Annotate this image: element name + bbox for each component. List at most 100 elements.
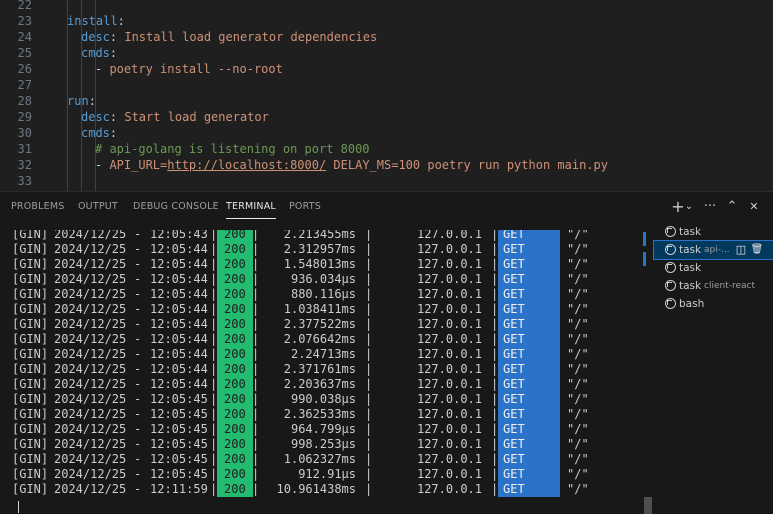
code-line[interactable]: 32 - API_URL=http://localhost:8000/ DELAY… bbox=[0, 157, 773, 173]
code-line[interactable]: 23 install: bbox=[0, 13, 773, 29]
tab-ports[interactable]: PORTS bbox=[289, 192, 321, 222]
terminal-output[interactable]: [GIN] 2024/12/25-12:05:43 | 200 | 2.213455ms |… bbox=[0, 230, 642, 514]
code-line[interactable]: 25 cmds: bbox=[0, 45, 773, 61]
terminal-instance-task[interactable]: task bbox=[654, 223, 773, 241]
split-icon[interactable]: ◫ bbox=[734, 241, 748, 259]
chevron-down-icon[interactable]: ⌄ bbox=[683, 197, 695, 217]
log-prefix: [GIN] bbox=[12, 392, 49, 406]
maximize-panel-button[interactable]: ⌃ bbox=[723, 197, 741, 217]
method-badge: GET bbox=[498, 317, 560, 332]
trash-icon[interactable]: 🗑 bbox=[750, 241, 764, 259]
log-ip: 127.0.0.1 bbox=[416, 452, 482, 466]
editor[interactable]: 22 23 install: 24 desc: Install load generat… bbox=[0, 0, 773, 191]
code-line[interactable]: 31 # api-golang is listening on port 8000 bbox=[0, 141, 773, 157]
log-ip: 127.0.0.1 bbox=[416, 287, 482, 301]
line-number: 32 bbox=[17, 158, 32, 172]
log-separator: | bbox=[252, 422, 260, 436]
terminal-line: [GIN] 2024/12/25-12:05:45 | 200 | 964.799µs | 1… bbox=[12, 422, 642, 437]
terminal-instance-task[interactable]: task api-... ◫ 🗑 bbox=[653, 240, 773, 260]
close-panel-button[interactable]: ✕ bbox=[745, 197, 763, 217]
log-separator: | bbox=[252, 437, 260, 451]
code-text: cmds: bbox=[81, 125, 117, 141]
terminal-line: [GIN] 2024/12/25-12:05:45 | 200 | 990.038µs | 1… bbox=[12, 392, 642, 407]
method-badge: GET bbox=[498, 362, 560, 377]
terminal-line: [GIN] 2024/12/25-12:05:45 | 200 | 912.91µs | 12… bbox=[12, 467, 642, 482]
log-separator: | bbox=[252, 482, 260, 496]
status-badge: 200 bbox=[217, 287, 253, 302]
log-separator: | bbox=[252, 287, 260, 301]
code-line[interactable]: 30 cmds: bbox=[0, 125, 773, 141]
log-date: 2024/12/25 bbox=[54, 392, 127, 406]
log-ip: 127.0.0.1 bbox=[416, 377, 482, 391]
log-separator: - bbox=[134, 287, 142, 301]
scrollbar-thumb[interactable] bbox=[644, 497, 652, 514]
log-time: 12:05:45 bbox=[150, 467, 208, 481]
code-line[interactable]: 27 bbox=[0, 77, 773, 93]
log-path: "/" bbox=[567, 257, 589, 271]
log-date: 2024/12/25 bbox=[54, 422, 127, 436]
terminal-instance-task[interactable]: task bbox=[654, 259, 773, 277]
method-badge: GET bbox=[498, 482, 560, 497]
yaml-colon: : bbox=[109, 126, 118, 140]
terminal-name: task bbox=[679, 262, 702, 274]
terminal-name: task bbox=[679, 244, 702, 256]
method-badge: GET bbox=[498, 437, 560, 452]
yaml-colon: : bbox=[88, 94, 96, 108]
log-ip: 127.0.0.1 bbox=[416, 272, 482, 286]
tab-debug-console[interactable]: DEBUG CONSOLE bbox=[133, 192, 219, 222]
terminal-scrollbar[interactable] bbox=[642, 230, 654, 514]
log-ip: 127.0.0.1 bbox=[416, 482, 482, 496]
log-separator: - bbox=[134, 347, 142, 361]
status-badge: 200 bbox=[217, 272, 253, 287]
more-actions-button[interactable]: ··· bbox=[701, 197, 719, 217]
status-badge: 200 bbox=[217, 332, 253, 347]
log-latency: 10.961438ms bbox=[276, 482, 356, 496]
tools-icon bbox=[665, 226, 676, 237]
log-latency: 880.116µs bbox=[290, 287, 356, 301]
code-line[interactable]: 22 bbox=[0, 0, 773, 13]
log-date: 2024/12/25 bbox=[54, 287, 127, 301]
code-line[interactable]: 28 run: bbox=[0, 93, 773, 109]
terminal-description: api-... bbox=[704, 245, 730, 255]
log-date: 2024/12/25 bbox=[54, 302, 127, 316]
url-link[interactable]: http://localhost:8000/ bbox=[167, 158, 326, 172]
terminal-line: [GIN] 2024/12/25-12:05:44 | 200 | 1.548013ms |… bbox=[12, 257, 642, 272]
log-separator: | bbox=[365, 230, 373, 241]
code-line[interactable]: 29 desc: Start load generator bbox=[0, 109, 773, 125]
log-separator: | bbox=[365, 452, 373, 466]
log-prefix: [GIN] bbox=[12, 407, 49, 421]
log-path: "/" bbox=[567, 242, 589, 256]
line-number: 30 bbox=[17, 126, 32, 140]
tools-icon bbox=[665, 262, 676, 273]
yaml-colon: : bbox=[109, 110, 125, 124]
tools-icon bbox=[665, 298, 676, 309]
code-line[interactable]: 24 desc: Install load generator dependenc… bbox=[0, 29, 773, 45]
method-badge: GET bbox=[498, 272, 560, 287]
code-line[interactable]: 33 bbox=[0, 173, 773, 189]
terminal-instance-bash[interactable]: bash bbox=[654, 295, 773, 313]
log-separator: | bbox=[365, 272, 373, 286]
method-badge: GET bbox=[498, 242, 560, 257]
bottom-panel: PROBLEMS OUTPUT DEBUG CONSOLE TERMINAL P… bbox=[0, 191, 773, 514]
log-latency: 2.24713ms bbox=[290, 347, 356, 361]
log-path: "/" bbox=[567, 302, 589, 316]
log-date: 2024/12/25 bbox=[54, 377, 127, 391]
log-separator: - bbox=[134, 302, 142, 316]
tab-terminal[interactable]: TERMINAL bbox=[226, 192, 276, 222]
terminal-instance-task[interactable]: task client-react bbox=[654, 277, 773, 295]
log-path: "/" bbox=[567, 332, 589, 346]
status-badge: 200 bbox=[217, 317, 253, 332]
log-separator: - bbox=[134, 467, 142, 481]
code-line[interactable]: 26 - poetry install --no-root bbox=[0, 61, 773, 77]
log-separator: - bbox=[134, 392, 142, 406]
tab-problems[interactable]: PROBLEMS bbox=[11, 192, 64, 222]
line-number: 25 bbox=[17, 46, 32, 60]
log-time: 12:11:59 bbox=[150, 482, 208, 496]
terminal-line: [GIN] 2024/12/25-12:05:44 | 200 | 880.116µs | 1… bbox=[12, 287, 642, 302]
log-latency: 1.038411ms bbox=[283, 302, 356, 316]
log-date: 2024/12/25 bbox=[54, 272, 127, 286]
log-prefix: [GIN] bbox=[12, 287, 49, 301]
log-separator: | bbox=[252, 242, 260, 256]
log-date: 2024/12/25 bbox=[54, 230, 127, 241]
tab-output[interactable]: OUTPUT bbox=[78, 192, 118, 222]
